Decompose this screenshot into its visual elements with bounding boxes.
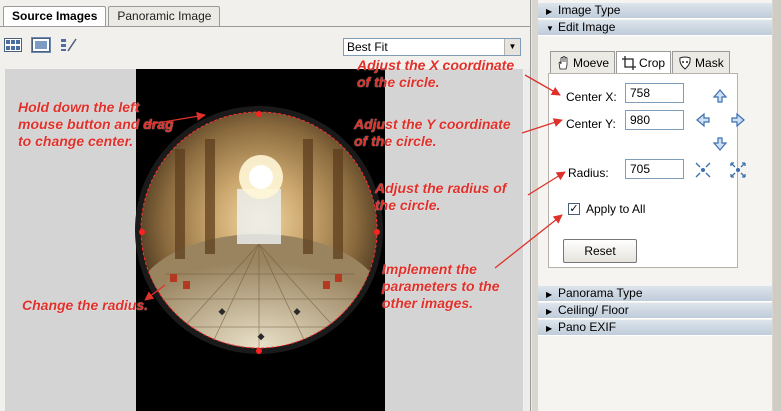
tab-panoramic-image[interactable]: Panoramic Image bbox=[108, 6, 221, 26]
view-toolbar bbox=[3, 37, 79, 53]
edit-tabs: Moeve Crop Mask bbox=[550, 51, 731, 74]
accordion-ceiling-floor[interactable]: ▶ Ceiling/ Floor bbox=[538, 303, 772, 319]
hand-icon bbox=[558, 55, 568, 69]
annotation-line: of the circle. bbox=[357, 74, 440, 90]
annotation-change-radius: Change the radius. bbox=[22, 297, 149, 313]
zoom-fit-select[interactable]: Best Fit ▼ bbox=[343, 38, 521, 56]
accordion-label: Panorama Type bbox=[558, 286, 643, 300]
accordion-label: Image Type bbox=[558, 3, 621, 17]
annotation-line: parameters to the bbox=[382, 278, 500, 294]
crop-icon bbox=[622, 56, 637, 70]
tab-divider bbox=[0, 26, 531, 27]
tab-label: Moeve bbox=[573, 55, 610, 70]
radius-handle-top bbox=[256, 111, 262, 117]
center-y-label: Center Y: bbox=[566, 117, 616, 131]
arrow-right-icon[interactable] bbox=[729, 111, 747, 129]
radius-handle-bottom bbox=[256, 348, 262, 354]
radius-handle-right bbox=[374, 229, 380, 235]
annotation-line: mouse button and drag bbox=[18, 116, 174, 132]
arrow-up-icon[interactable] bbox=[711, 87, 729, 105]
annotation-line: other images. bbox=[382, 295, 474, 311]
apply-to-all-checkbox[interactable]: ✓ bbox=[568, 203, 580, 215]
accordion-image-type[interactable]: ▶ Image Type bbox=[538, 3, 772, 19]
annotation-line: Hold down the left bbox=[18, 99, 140, 115]
annotation-line: Adjust the radius of bbox=[375, 180, 507, 196]
radius-handle-left bbox=[139, 229, 145, 235]
radius-label: Radius: bbox=[568, 166, 609, 180]
annotation-adjust-radius: Adjust the radius of the circle. bbox=[375, 180, 506, 214]
annotation-adjust-y: Adjust the Y coordinate of the circle. bbox=[354, 116, 511, 150]
app-window: Source Images Panoramic Image Best Fit ▼ bbox=[0, 0, 781, 411]
annotation-drag-center: Hold down the left mouse button and drag… bbox=[18, 99, 174, 150]
properties-scrollbar[interactable] bbox=[773, 0, 781, 411]
single-image-icon[interactable] bbox=[31, 37, 51, 53]
accordion-edit-image[interactable]: ▼ Edit Image bbox=[538, 20, 772, 36]
triangle-right-icon: ▶ bbox=[546, 7, 553, 16]
annotation-line: to change center. bbox=[18, 133, 134, 149]
center-x-label: Center X: bbox=[566, 90, 617, 104]
center-x-input[interactable]: 758 bbox=[625, 83, 684, 103]
triangle-down-icon: ▼ bbox=[546, 24, 554, 33]
shrink-radius-icon[interactable] bbox=[694, 161, 712, 179]
annotation-line: Implement the bbox=[382, 261, 477, 277]
chevron-down-icon[interactable]: ▼ bbox=[504, 39, 520, 55]
zoom-fit-value: Best Fit bbox=[347, 40, 388, 54]
triangle-right-icon: ▶ bbox=[546, 324, 553, 333]
apply-to-all-label: Apply to All bbox=[586, 202, 646, 216]
tab-moeve[interactable]: Moeve bbox=[550, 51, 616, 73]
arrow-left-icon[interactable] bbox=[694, 111, 712, 129]
accordion-label: Edit Image bbox=[558, 20, 616, 34]
thumbnail-grid-icon[interactable] bbox=[3, 37, 23, 53]
view-tabs: Source Images Panoramic Image bbox=[3, 6, 222, 27]
arrange-icon[interactable] bbox=[59, 37, 79, 53]
reset-button[interactable]: Reset bbox=[563, 239, 637, 263]
center-y-input[interactable]: 980 bbox=[625, 110, 684, 130]
accordion-pano-exif[interactable]: ▶ Pano EXIF bbox=[538, 320, 772, 336]
annotation-adjust-x: Adjust the X coordinate of the circle. bbox=[357, 57, 514, 91]
accordion-label: Pano EXIF bbox=[558, 320, 617, 334]
accordion-panorama-type[interactable]: ▶ Panorama Type bbox=[538, 286, 772, 302]
annotation-line: of the circle. bbox=[354, 133, 437, 149]
tab-mask[interactable]: Mask bbox=[672, 51, 730, 73]
tab-label: Crop bbox=[639, 56, 666, 70]
tab-label: Mask bbox=[695, 55, 724, 70]
arrow-down-icon[interactable] bbox=[711, 135, 729, 153]
annotation-line: Adjust the X coordinate bbox=[357, 57, 515, 73]
triangle-right-icon: ▶ bbox=[546, 307, 553, 316]
annotation-implement: Implement the parameters to the other im… bbox=[382, 261, 499, 312]
accordion-label: Ceiling/ Floor bbox=[558, 303, 629, 317]
radius-input[interactable]: 705 bbox=[625, 159, 684, 179]
expand-radius-icon[interactable] bbox=[729, 161, 747, 179]
canvas-scrollbar[interactable] bbox=[524, 69, 530, 411]
annotation-line: Adjust the Y coordinate bbox=[354, 116, 511, 132]
tab-crop[interactable]: Crop bbox=[616, 51, 672, 74]
mask-icon bbox=[679, 56, 691, 70]
tab-source-images[interactable]: Source Images bbox=[3, 6, 107, 27]
triangle-right-icon: ▶ bbox=[546, 290, 553, 299]
annotation-line: the circle. bbox=[375, 197, 441, 213]
